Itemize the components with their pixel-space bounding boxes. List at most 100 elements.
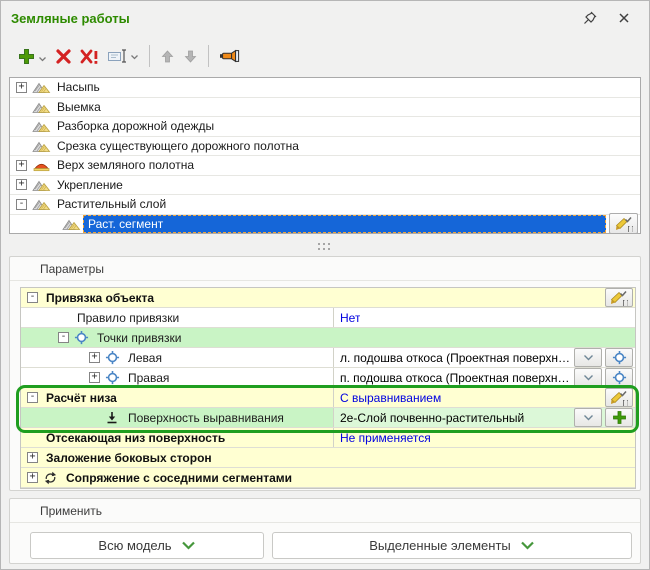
- tree-item[interactable]: +Укрепление: [10, 176, 640, 196]
- expand-toggle[interactable]: +: [27, 452, 38, 463]
- apply-button-label: Всю модель: [98, 538, 171, 553]
- svg-text:[]: []: [622, 399, 629, 406]
- param-name-cell: + Заложение боковых сторон: [21, 448, 333, 467]
- tree-item[interactable]: +Верх земляного полотна: [10, 156, 640, 176]
- param-name-cell: + Сопряжение с соседними сегментами: [21, 468, 333, 487]
- highlight-button[interactable]: [215, 46, 245, 66]
- tree-item[interactable]: Раст. сегмент[]: [10, 215, 640, 235]
- tree-item[interactable]: +Насыпь: [10, 78, 640, 98]
- titlebar-icons: [581, 9, 633, 27]
- tree-item[interactable]: - Растительный слой: [10, 195, 640, 215]
- mound-icon: [32, 119, 53, 133]
- arrow-up-icon: [160, 49, 175, 64]
- dropdown-button[interactable]: [574, 348, 602, 367]
- crosshair-icon: [105, 350, 125, 365]
- param-controls: []: [602, 288, 635, 307]
- tree-item-label: Разборка дорожной одежды: [53, 118, 218, 134]
- param-value: п. подошва откоса (Проектная поверхность…: [340, 371, 571, 385]
- toolbar: [13, 41, 637, 71]
- param-name-cell: -Расчёт низа: [21, 388, 333, 407]
- param-controls: []: [602, 388, 635, 407]
- apply-style-button[interactable]: []: [609, 213, 638, 234]
- param-row[interactable]: + Левая л. подошва откоса (Проектная повер…: [21, 348, 635, 368]
- expand-toggle[interactable]: +: [16, 82, 27, 93]
- expand-toggle[interactable]: +: [89, 372, 100, 383]
- expand-toggle[interactable]: -: [27, 292, 38, 303]
- tree-item[interactable]: Выемка: [10, 98, 640, 118]
- param-row[interactable]: Поверхность выравнивания 2е-Слой почвенно…: [21, 408, 635, 428]
- apply-style-button[interactable]: []: [605, 288, 633, 307]
- param-label: Правая: [125, 371, 172, 385]
- chevron-down-icon[interactable]: [38, 56, 47, 66]
- param-row[interactable]: -Расчёт низаС выравниванием[]: [21, 388, 635, 408]
- parameters-group: Параметры -Привязка объекта[]Правило при…: [9, 256, 641, 491]
- plus-icon: [17, 47, 36, 66]
- expand-toggle[interactable]: +: [16, 179, 27, 190]
- svg-text:[]: []: [622, 299, 629, 306]
- param-row[interactable]: + Заложение боковых сторон: [21, 448, 635, 468]
- sync-icon: [43, 471, 63, 485]
- delete-button[interactable]: [51, 45, 76, 68]
- pin-icon[interactable]: [581, 9, 599, 27]
- param-value: л. подошва откоса (Проектная поверхность…: [340, 351, 571, 365]
- param-row[interactable]: + Сопряжение с соседними сегментами: [21, 468, 635, 488]
- param-row[interactable]: - Точки привязки: [21, 328, 635, 348]
- rename-button[interactable]: [103, 45, 143, 67]
- param-row[interactable]: Правило привязкиНет: [21, 308, 635, 328]
- param-name-cell: Поверхность выравнивания: [21, 408, 333, 427]
- tree-item[interactable]: Срезка существующего дорожного полотна: [10, 137, 640, 157]
- param-label: Привязка объекта: [43, 291, 157, 305]
- param-label: Отсекающая низ поверхность: [43, 431, 228, 445]
- crosshair-icon: [105, 370, 125, 385]
- drop-to-line-icon: [105, 411, 125, 424]
- param-value: 2е-Слой почвенно-растительный: [340, 411, 524, 425]
- expand-toggle[interactable]: +: [16, 160, 27, 171]
- add-surface-button[interactable]: [605, 408, 633, 427]
- param-name-cell: + Левая: [21, 348, 333, 367]
- rename-icon: [107, 48, 128, 64]
- param-label: Точки привязки: [94, 331, 184, 345]
- expand-toggle[interactable]: -: [16, 199, 27, 210]
- param-value-cell: [333, 468, 635, 487]
- param-row[interactable]: + Правая п. подошва откоса (Проектная пове…: [21, 368, 635, 388]
- dropdown-button[interactable]: [574, 408, 602, 427]
- apply-style-button[interactable]: []: [605, 388, 633, 407]
- titlebar: Земляные работы: [1, 1, 649, 37]
- param-controls: [571, 408, 635, 427]
- toolbar-separator: [149, 45, 150, 67]
- expand-toggle[interactable]: -: [58, 332, 69, 343]
- param-value: Не применяется: [340, 431, 431, 445]
- move-down-button: [179, 46, 202, 67]
- close-icon[interactable]: [615, 9, 633, 27]
- flashlight-icon: [219, 49, 241, 63]
- parameters-title: Параметры: [10, 257, 640, 281]
- tree-item-label: Растительный слой: [53, 196, 170, 212]
- add-button[interactable]: [13, 44, 51, 69]
- apply-whole-model-button[interactable]: Всю модель: [30, 532, 264, 559]
- chevron-down-icon: [520, 538, 535, 553]
- dropdown-button[interactable]: [574, 368, 602, 387]
- pick-point-button[interactable]: [605, 348, 633, 367]
- param-name-cell: Правило привязки: [21, 308, 333, 327]
- apply-title: Применить: [10, 499, 640, 523]
- param-controls: [571, 348, 635, 367]
- panel-title: Земляные работы: [11, 11, 130, 26]
- chevron-down-icon[interactable]: [130, 54, 139, 64]
- param-label: Левая: [125, 351, 165, 365]
- param-row[interactable]: Отсекающая низ поверхность Не применяется: [21, 428, 635, 448]
- pick-point-button[interactable]: [605, 368, 633, 387]
- expand-toggle[interactable]: +: [27, 472, 38, 483]
- param-label: Сопряжение с соседними сегментами: [63, 471, 295, 485]
- earthworks-panel: Земляные работы +НасыпьВыемкаРазборка до…: [0, 0, 650, 570]
- mound-icon: [32, 178, 53, 192]
- param-value-cell: [333, 448, 635, 467]
- apply-selected-elements-button[interactable]: Выделенные элементы: [272, 532, 632, 559]
- mound-icon: [32, 139, 53, 153]
- expand-toggle[interactable]: -: [27, 392, 38, 403]
- param-label: Заложение боковых сторон: [43, 451, 215, 465]
- splitter-handle[interactable]: [1, 241, 649, 254]
- param-row[interactable]: -Привязка объекта []: [21, 288, 635, 308]
- delete-warning-button[interactable]: [76, 45, 103, 68]
- expand-toggle[interactable]: +: [89, 352, 100, 363]
- tree-item[interactable]: Разборка дорожной одежды: [10, 117, 640, 137]
